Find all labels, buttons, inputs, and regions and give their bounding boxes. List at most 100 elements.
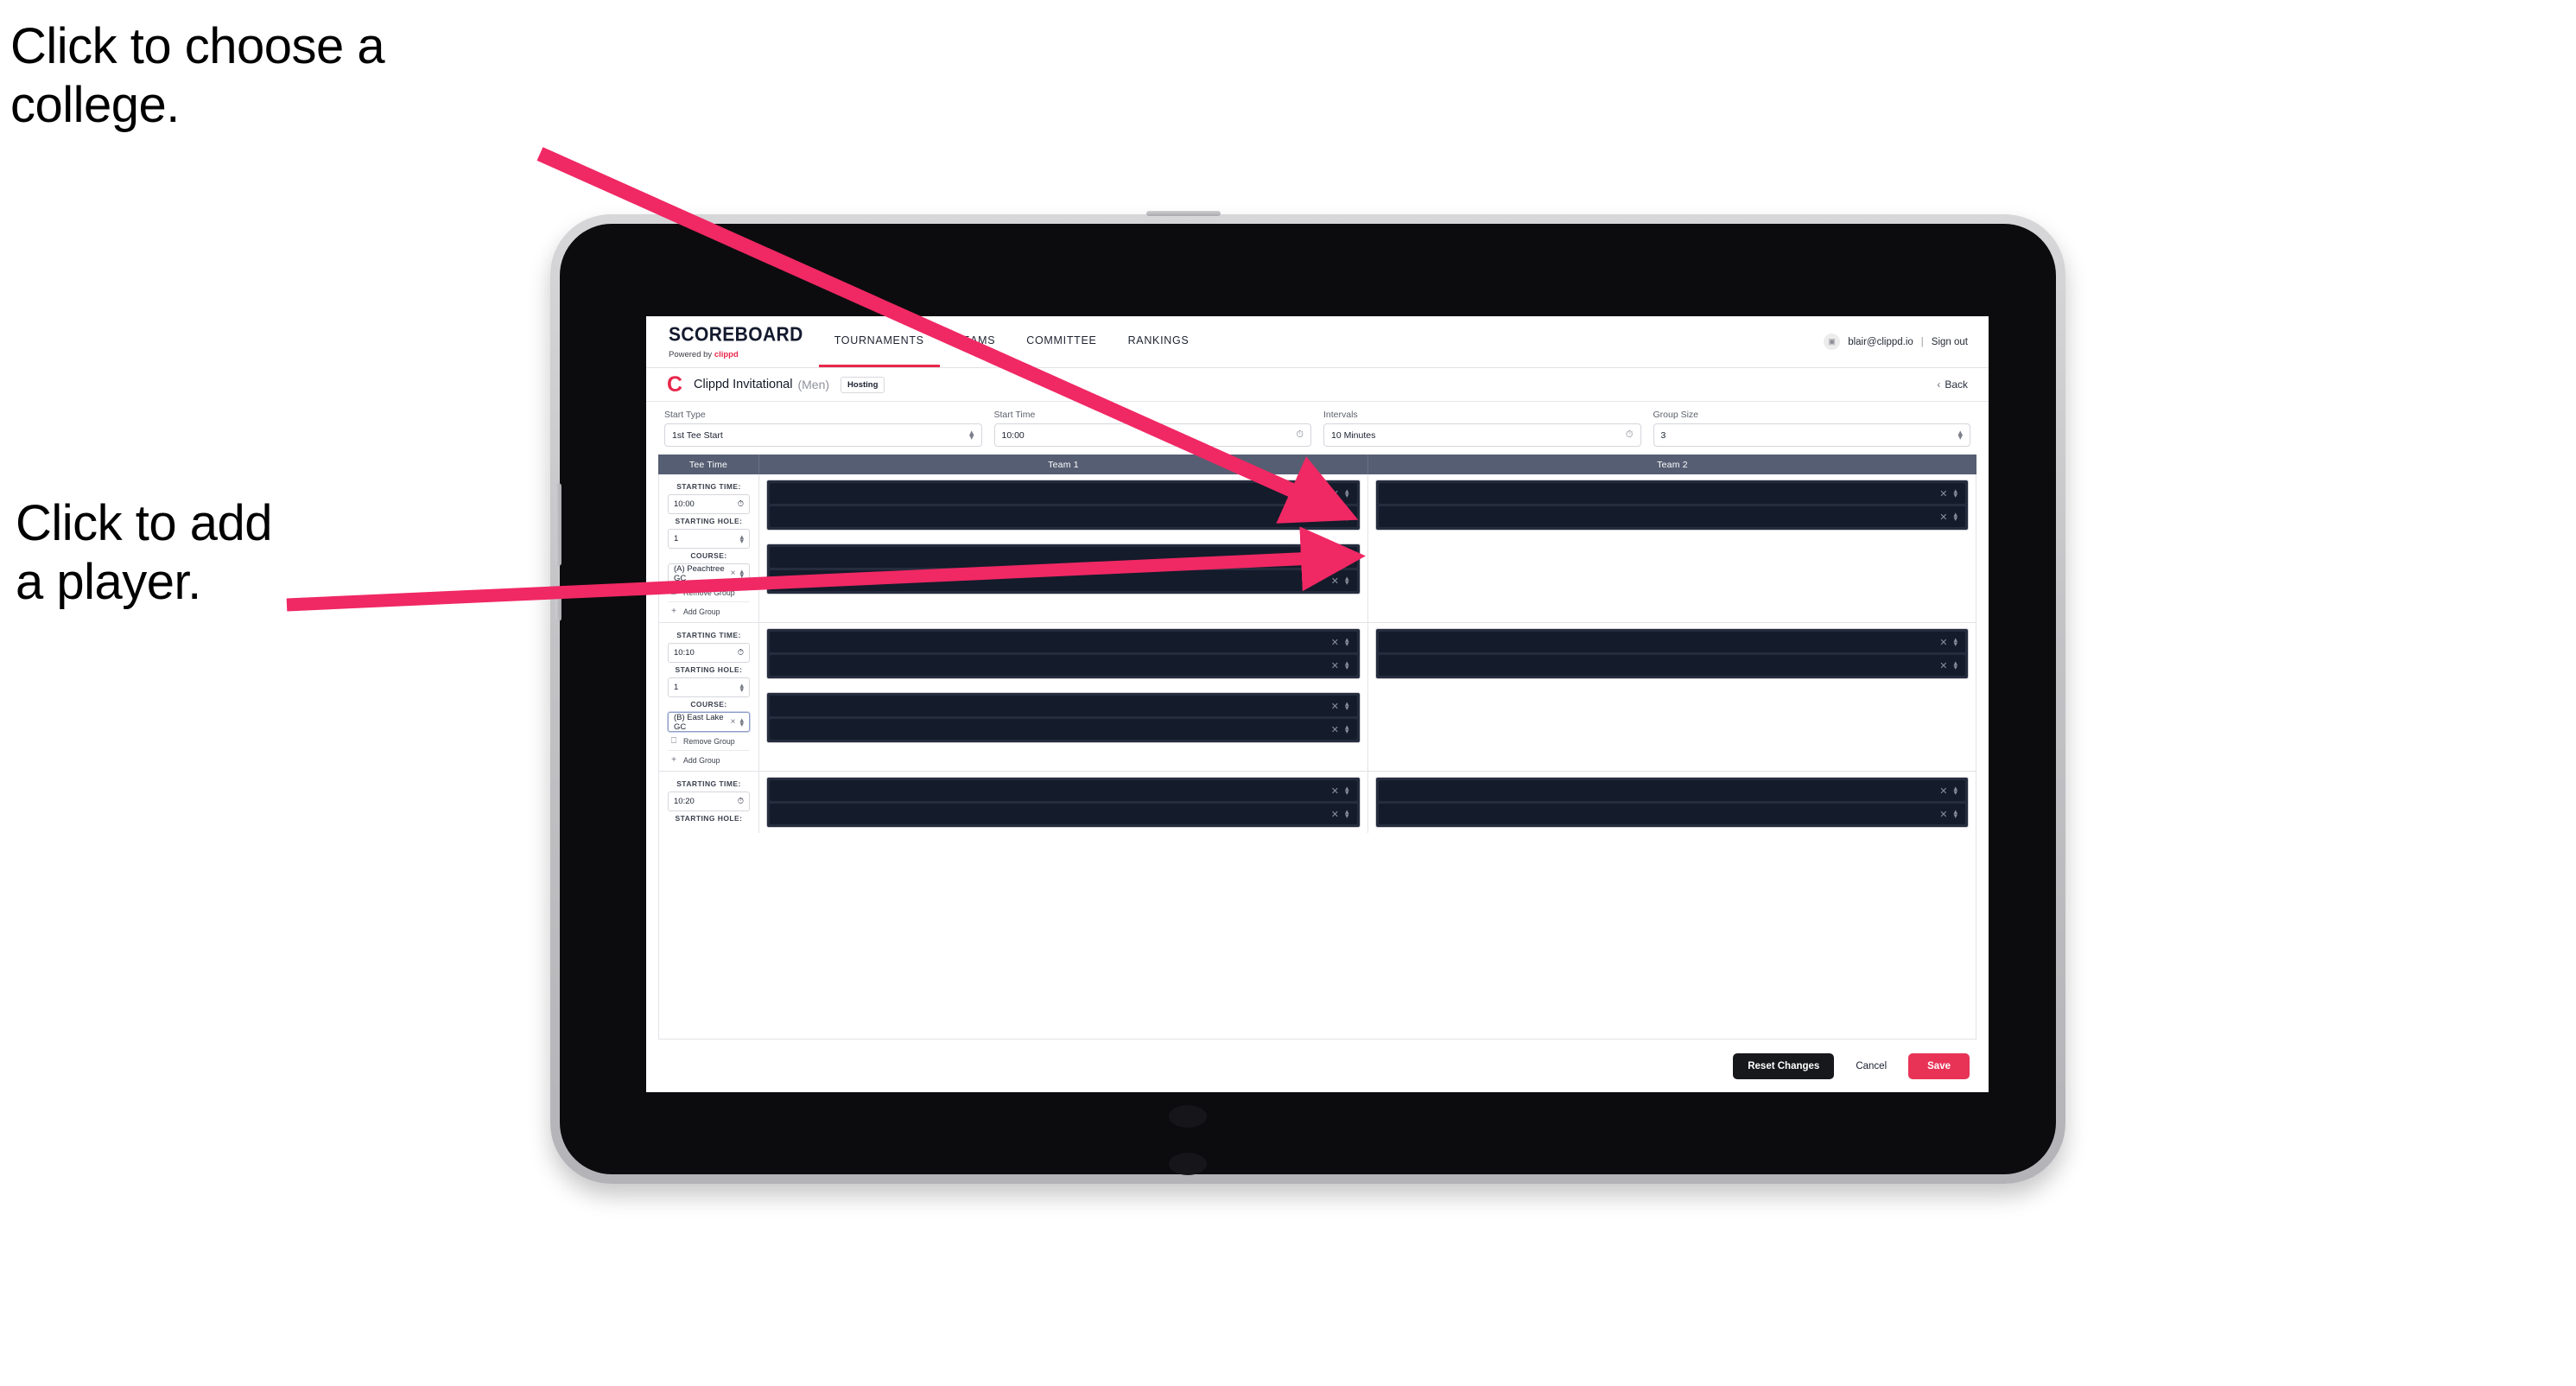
tab-tournaments[interactable]: TOURNAMENTS [818, 316, 940, 367]
player-slot[interactable]: ✕ ▴ ▾ [1378, 483, 1965, 504]
chevron-updown-icon[interactable]: ▴ ▾ [1345, 636, 1349, 648]
chevron-updown-icon[interactable]: ▴ ▾ [1345, 511, 1349, 523]
clear-icon[interactable]: ✕ [1939, 785, 1947, 797]
nav-tabs: TOURNAMENTS TEAMS COMMITTEE RANKINGS [818, 316, 1205, 367]
course-value: (A) Peachtree GC [674, 563, 725, 583]
clear-icon[interactable]: ✕ [1331, 552, 1339, 563]
player-slot[interactable]: ✕ ▴ ▾ [1378, 655, 1965, 676]
chevron-updown-icon[interactable]: ▴ ▾ [1345, 487, 1349, 499]
player-slot[interactable]: ✕ ▴ ▾ [770, 719, 1357, 740]
clear-icon[interactable]: ✕ [1331, 637, 1339, 648]
tablet-volume-button [555, 483, 562, 566]
clear-icon[interactable]: ✕ [1939, 809, 1947, 820]
clear-icon[interactable]: ✕ [1939, 637, 1947, 648]
clock-icon: ⏱ [737, 499, 744, 509]
tablet-speaker-icon [1169, 1153, 1207, 1175]
tab-committee[interactable]: COMMITTEE [1011, 316, 1112, 367]
player-slot[interactable]: ✕ ▴ ▾ [1378, 632, 1965, 652]
player-slot[interactable]: ✕ ▴ ▾ [770, 632, 1357, 652]
chevron-updown-icon[interactable]: ▴ ▾ [1345, 551, 1349, 563]
chevron-updown-icon[interactable]: ▴ ▾ [1345, 700, 1349, 712]
clear-icon[interactable]: ✕ [1331, 785, 1339, 797]
player-slot[interactable]: ✕ ▴ ▾ [770, 483, 1357, 504]
clear-icon[interactable]: ✕ [1939, 512, 1947, 523]
starting-time-input[interactable]: 10:10 ⏱ [668, 643, 750, 663]
back-button[interactable]: ‹ Back [1937, 378, 1968, 391]
avatar[interactable]: ▣ [1824, 334, 1841, 350]
course-select[interactable]: (A) Peachtree GC × ▴ ▾ [668, 563, 750, 583]
chevron-updown-icon[interactable]: ▴ ▾ [1345, 659, 1349, 671]
chevron-updown-icon[interactable]: ▴ ▾ [1953, 511, 1957, 523]
label-starting-hole: STARTING HOLE: [675, 517, 743, 525]
remove-group-button[interactable]: ⎕ Remove Group [668, 583, 750, 602]
chevron-updown-icon[interactable]: ▴ ▾ [1345, 808, 1349, 820]
chevron-updown-icon[interactable]: ▴ ▾ [1345, 575, 1349, 587]
player-slot[interactable]: ✕ ▴ ▾ [1378, 506, 1965, 527]
group-size-stepper[interactable]: 3 ▴ ▾ [1653, 423, 1970, 447]
clear-icon[interactable]: ✕ [1939, 660, 1947, 671]
chevron-updown-icon: ▴ ▾ [968, 427, 974, 442]
add-group-button[interactable]: + Add Group [668, 602, 750, 616]
tab-rankings[interactable]: RANKINGS [1113, 316, 1205, 367]
sign-out-link[interactable]: Sign out [1932, 337, 1968, 347]
intervals-value: 10 Minutes [1331, 429, 1376, 441]
starting-time-input[interactable]: 10:00 ⏱ [668, 494, 750, 514]
course-select[interactable]: (B) East Lake GC × ▴ ▾ [668, 712, 750, 732]
tournament-gender: (Men) [797, 378, 830, 391]
clear-icon[interactable]: ✕ [1331, 724, 1339, 735]
trash-icon: ⎕ [671, 736, 676, 746]
clear-icon[interactable]: ✕ [1331, 488, 1339, 499]
player-slot[interactable]: ✕ ▴ ▾ [770, 804, 1357, 824]
chevron-updown-icon[interactable]: ▴ ▾ [1345, 785, 1349, 797]
clear-icon[interactable]: ✕ [1939, 488, 1947, 499]
table-header-row: Tee Time Team 1 Team 2 [658, 455, 1976, 474]
clear-icon[interactable]: ✕ [1331, 701, 1339, 712]
player-slot[interactable]: ✕ ▴ ▾ [770, 506, 1357, 527]
chevron-updown-icon[interactable]: ▴ ▾ [1953, 659, 1957, 671]
clear-icon[interactable]: ✕ [1331, 512, 1339, 523]
clear-icon[interactable]: ✕ [1331, 575, 1339, 587]
column-header-tee-time: Tee Time [658, 455, 759, 474]
tab-teams[interactable]: TEAMS [940, 316, 1012, 367]
start-type-select[interactable]: 1st Tee Start ▴ ▾ [664, 423, 982, 447]
label-starting-time: STARTING TIME: [676, 482, 741, 491]
player-slot[interactable]: ✕ ▴ ▾ [1378, 780, 1965, 801]
starting-hole-stepper[interactable]: 1 ▴ ▾ [668, 529, 750, 549]
player-slot[interactable]: ✕ ▴ ▾ [770, 547, 1357, 568]
annotation-add-player: Click to add a player. [16, 495, 273, 610]
starting-time-input[interactable]: 10:20 ⏱ [668, 792, 750, 811]
clear-icon[interactable]: × [731, 569, 736, 578]
chevron-updown-icon[interactable]: ▴ ▾ [1953, 636, 1957, 648]
player-slot[interactable]: ✕ ▴ ▾ [770, 780, 1357, 801]
player-slot[interactable]: ✕ ▴ ▾ [770, 655, 1357, 676]
clear-icon[interactable]: × [731, 717, 736, 727]
team-2-cell: ✕ ▴ ▾ ✕ ▴ ▾ [1368, 772, 1976, 833]
clear-icon[interactable]: ✕ [1331, 809, 1339, 820]
label-starting-hole: STARTING HOLE: [675, 814, 743, 823]
reset-changes-button[interactable]: Reset Changes [1733, 1053, 1835, 1079]
player-group: ✕ ▴ ▾ ✕ ▴ ▾ [766, 692, 1361, 743]
player-group: ✕ ▴ ▾ ✕ ▴ ▾ [1374, 777, 1969, 828]
team-1-cell: ✕ ▴ ▾ ✕ ▴ ▾ ✕ ▴ ▾ ✕ ▴ ▾ [759, 474, 1368, 622]
clear-icon[interactable]: ✕ [1331, 660, 1339, 671]
chevron-updown-icon: ▴ ▾ [739, 715, 744, 728]
player-slot[interactable]: ✕ ▴ ▾ [770, 696, 1357, 716]
player-slot[interactable]: ✕ ▴ ▾ [1378, 804, 1965, 824]
add-group-button[interactable]: + Add Group [668, 751, 750, 765]
top-navigation-bar: SCOREBOARD Powered by clippd TOURNAMENTS… [646, 316, 1989, 368]
intervals-input[interactable]: 10 Minutes ⏱ [1323, 423, 1641, 447]
cancel-button[interactable]: Cancel [1841, 1053, 1901, 1079]
remove-group-label: Remove Group [683, 736, 735, 746]
chevron-updown-icon[interactable]: ▴ ▾ [1953, 487, 1957, 499]
team-2-cell: ✕ ▴ ▾ ✕ ▴ ▾ [1368, 623, 1976, 771]
tablet-bezel: SCOREBOARD Powered by clippd TOURNAMENTS… [555, 224, 2056, 1175]
player-slot[interactable]: ✕ ▴ ▾ [770, 570, 1357, 591]
chevron-updown-icon[interactable]: ▴ ▾ [1953, 785, 1957, 797]
chevron-updown-icon[interactable]: ▴ ▾ [1953, 808, 1957, 820]
chevron-updown-icon[interactable]: ▴ ▾ [1345, 723, 1349, 735]
starting-hole-stepper[interactable]: 1 ▴ ▾ [668, 677, 750, 697]
remove-group-button[interactable]: ⎕ Remove Group [668, 732, 750, 751]
brand-logo[interactable]: SCOREBOARD Powered by clippd [646, 316, 819, 367]
start-time-input[interactable]: 10:00 ⏱ [993, 423, 1311, 447]
save-button[interactable]: Save [1908, 1053, 1970, 1079]
